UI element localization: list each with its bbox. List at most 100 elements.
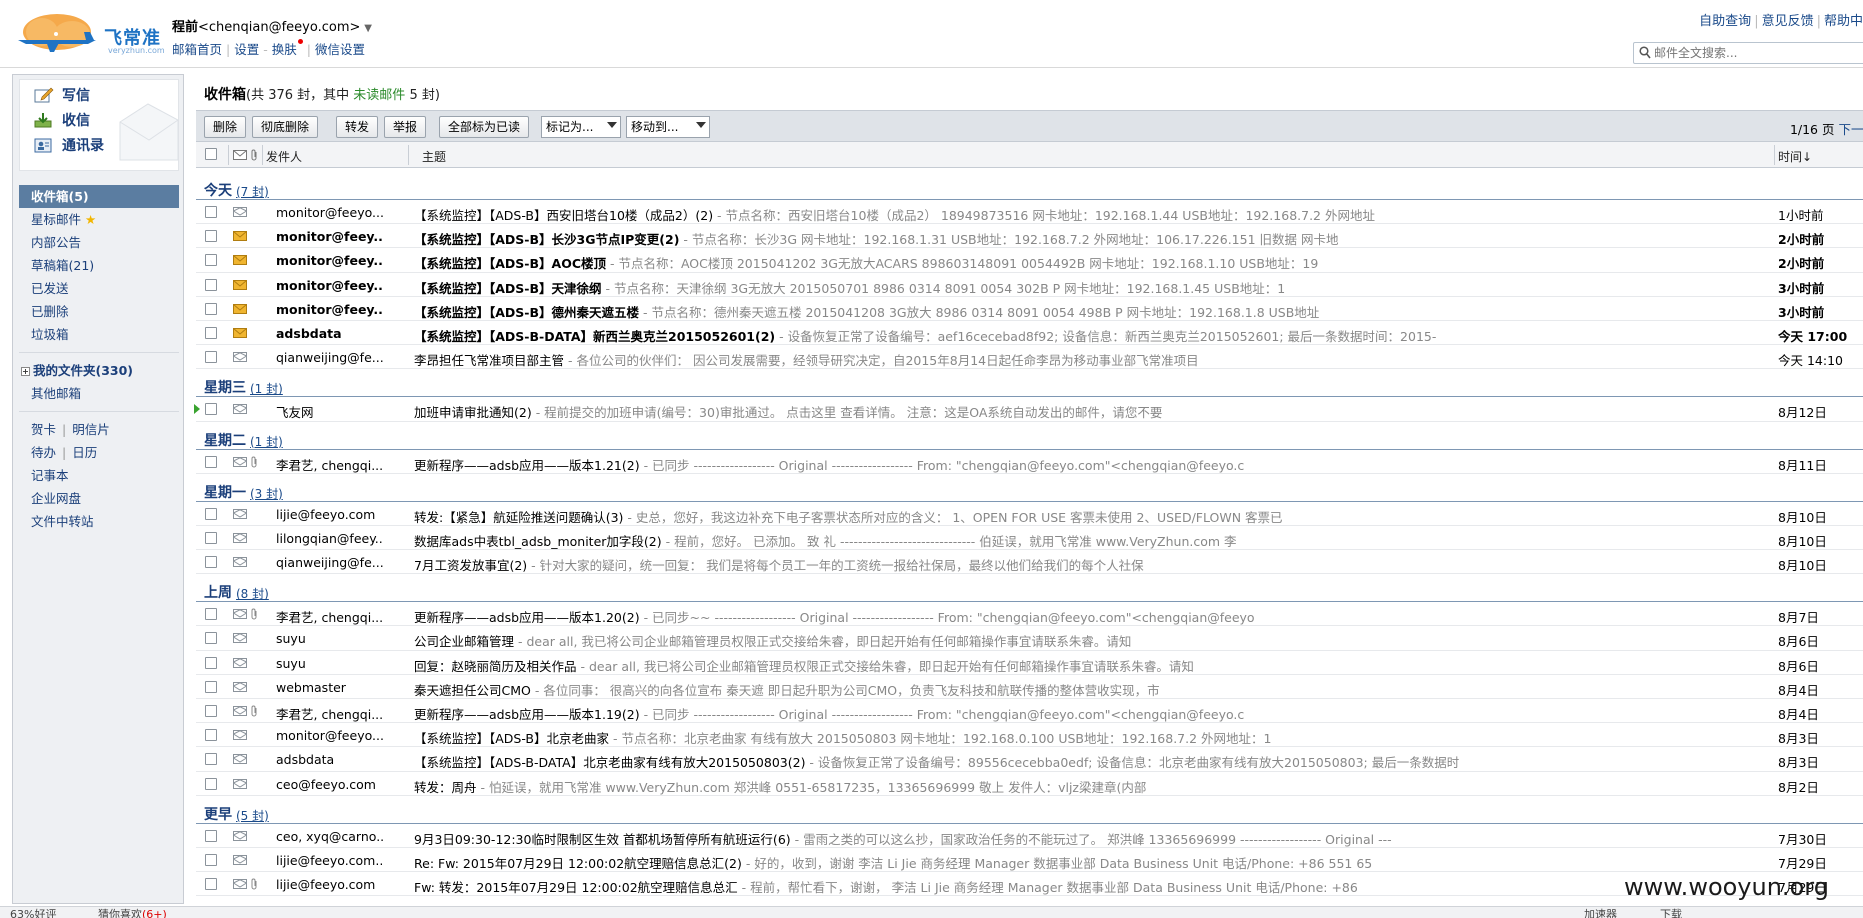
mail-row[interactable]: adsbdata 【系统监控】【ADS-B-DATA】北京老曲家有线有放大2015…: [196, 747, 1863, 772]
mail-row[interactable]: ceo@feeyo.com 转发：周舟 - 怕延误，就用飞常准 www.VeryZ…: [196, 772, 1863, 796]
mail-row[interactable]: lijie@feeyo.com... Re: Fw: 2015年07月29日 12…: [196, 848, 1863, 873]
mail-sender[interactable]: lijie@feeyo.com: [276, 507, 384, 522]
mail-row[interactable]: ceo, xyq@carno... 9月3日09:30-12:30临时限制区生效 …: [196, 824, 1863, 848]
read-envelope-icon[interactable]: [233, 830, 247, 841]
mail-row[interactable]: qianweijing@fe... 7月工资发放事宜(2) - 针对大家的疑问，统…: [196, 550, 1863, 575]
read-envelope-icon[interactable]: [233, 657, 247, 668]
mail-row[interactable]: monitor@feey... 【系统监控】【ADS-B】AOC楼顶 - 节点名称…: [196, 248, 1863, 273]
mail-checkbox[interactable]: [205, 608, 217, 621]
read-envelope-icon[interactable]: [233, 456, 247, 467]
mail-subject-cell[interactable]: 加班申请审批通知(2) - 程前提交的加班申请(编号：30)审批通过。 点击这里…: [414, 402, 1534, 421]
mail-row[interactable]: suyu 公司企业邮箱管理 - dear all, 我已将公司企业邮箱管理员权限正…: [196, 626, 1863, 651]
mail-search-input[interactable]: [1654, 45, 1863, 61]
mail-subject-cell[interactable]: 公司企业邮箱管理 - dear all, 我已将公司企业邮箱管理员权限正式交接给…: [414, 631, 1534, 650]
mail-subject-cell[interactable]: 【系统监控】【ADS-B】西安旧塔台10楼（成品2）(2) - 节点名称：西安旧…: [414, 205, 1534, 224]
mail-row[interactable]: adsbdata 【系统监控】【ADS-B-DATA】新西兰奥克兰20150526…: [196, 321, 1863, 346]
mail-subject-cell[interactable]: 李昂担任飞常准项目部主管 - 各位公司的伙伴们： 因公司发展需要，经领导研究决定…: [414, 350, 1534, 369]
mail-subject-cell[interactable]: Fw: 转发：2015年07月29日 12:00:02航空理赔信息总汇 - 程前…: [414, 877, 1534, 896]
mail-checkbox[interactable]: [205, 531, 217, 544]
guess-you-like-link[interactable]: 猜你喜欢(6+): [98, 907, 167, 918]
mail-row[interactable]: 飞友网 加班申请审批通知(2) - 程前提交的加班申请(编号：30)审批通过。 点…: [194, 397, 1863, 422]
folder-starred[interactable]: 星标邮件 ★: [19, 208, 179, 231]
mail-checkbox[interactable]: [205, 705, 217, 717]
todo-link[interactable]: 待办: [31, 445, 56, 460]
self-query-link[interactable]: 自助查询: [1699, 14, 1751, 29]
date-group-count-link[interactable]: (5 封): [236, 807, 269, 824]
read-envelope-icon[interactable]: [233, 609, 247, 620]
mail-subject-cell[interactable]: 【系统监控】【ADS-B】德州秦天遮五楼 - 节点名称：德州秦天遮五楼 2015…: [414, 302, 1534, 321]
mail-sender[interactable]: 李君艺, chengqi...: [276, 704, 384, 723]
time-column-header[interactable]: 时间↓: [1778, 148, 1812, 165]
mail-row[interactable]: suyu 回复：赵晓丽简历及相关作品 - dear all, 我已将公司企业邮箱管…: [196, 651, 1863, 675]
mail-subject-cell[interactable]: 转发：周舟 - 怕延误，就用飞常准 www.VeryZhun.com 郑洪峰 0…: [414, 777, 1534, 796]
receive-button[interactable]: 收信: [34, 109, 90, 131]
mail-subject-cell[interactable]: 【系统监控】【ADS-B-DATA】北京老曲家有线有放大2015050803(2…: [414, 752, 1534, 771]
mail-subject-cell[interactable]: 转发:【紧急】航延险推送问题确认(3) - 史总，您好，我这边补充下电子客票状态…: [414, 507, 1534, 526]
wechat-settings-link[interactable]: 微信设置: [315, 42, 365, 57]
contacts-button[interactable]: 通讯录: [34, 134, 104, 156]
mail-checkbox[interactable]: [205, 351, 217, 364]
mail-checkbox[interactable]: [205, 206, 217, 218]
mail-sender[interactable]: monitor@feeyo....: [276, 728, 384, 743]
mail-sender[interactable]: suyu: [276, 656, 384, 671]
attachment-column-icon[interactable]: [251, 149, 258, 161]
feedback-link[interactable]: 意见反馈: [1762, 14, 1814, 29]
folder-deleted[interactable]: 已删除: [19, 300, 179, 323]
mail-row[interactable]: monitor@feey... 【系统监控】【ADS-B】天津徐纲 - 节点名称：…: [196, 273, 1863, 297]
accelerator-button[interactable]: 加速器: [1584, 907, 1617, 918]
report-button[interactable]: 举报: [384, 116, 427, 138]
mail-sender[interactable]: 李君艺, chengqi...: [276, 455, 384, 474]
mail-subject-cell[interactable]: 【系统监控】【ADS-B-DATA】新西兰奥克兰2015052601(2) - …: [414, 326, 1534, 345]
mail-row[interactable]: 李君艺, chengqi... 更新程序——adsb应用——版本1.20(2) -…: [196, 602, 1863, 627]
mail-checkbox[interactable]: [205, 729, 217, 742]
mark-all-read-button[interactable]: 全部标为已读: [439, 116, 530, 138]
calendar-link[interactable]: 日历: [72, 445, 97, 460]
mail-sender[interactable]: ceo@feeyo.com: [276, 777, 384, 792]
date-group-count-link[interactable]: (7 封): [236, 183, 269, 200]
next-page-link[interactable]: 下一页: [1838, 122, 1863, 137]
mail-subject-cell[interactable]: 【系统监控】【ADS-B】天津徐纲 - 节点名称：天津徐纲 3G无放大 2015…: [414, 278, 1534, 297]
mail-sender[interactable]: monitor@feey...: [276, 278, 384, 293]
date-group-count-link[interactable]: (1 封): [250, 380, 283, 397]
read-envelope-icon[interactable]: [233, 730, 247, 741]
mail-subject-cell[interactable]: 秦天遮担任公司CMO - 各位同事： 很高兴的向各位宣布 秦天遮 即日起升职为公…: [414, 680, 1534, 699]
read-envelope-icon[interactable]: [233, 854, 247, 865]
mail-sender[interactable]: lijie@feeyo.com: [276, 877, 384, 892]
folder-other-mailboxes[interactable]: 其他邮箱: [19, 382, 179, 405]
greeting-card-link[interactable]: 贺卡: [31, 422, 56, 437]
mail-checkbox[interactable]: [205, 455, 217, 468]
mail-subject-cell[interactable]: Re: Fw: 2015年07月29日 12:00:02航空理赔信息总汇(2) …: [414, 853, 1534, 872]
mail-checkbox[interactable]: [205, 403, 217, 416]
mail-subject-cell[interactable]: 更新程序——adsb应用——版本1.21(2) - 已同步 ----------…: [414, 455, 1534, 474]
logo[interactable]: 飞常准 veryzhun.com: [12, 10, 165, 56]
mail-sender[interactable]: monitor@feey...: [276, 253, 384, 268]
read-envelope-icon[interactable]: [233, 633, 247, 644]
mail-subject-cell[interactable]: 7月工资发放事宜(2) - 针对大家的疑问，统一回复： 我们是将每个员工一年的工…: [414, 555, 1534, 574]
mail-row[interactable]: monitor@feey... 【系统监控】【ADS-B】长沙3G节点IP变更(2…: [196, 224, 1863, 249]
netdisk-link[interactable]: 企业网盘: [19, 487, 179, 510]
mail-row[interactable]: monitor@feey... 【系统监控】【ADS-B】德州秦天遮五楼 - 节点…: [196, 297, 1863, 321]
mail-row[interactable]: lijie@feeyo.com Fw: 转发：2015年07月29日 12:00:…: [196, 872, 1863, 897]
read-envelope-icon[interactable]: [233, 879, 247, 890]
date-group-count-link[interactable]: (8 封): [236, 585, 269, 602]
mark-as-dropdown[interactable]: 标记为...: [541, 116, 621, 138]
mail-subject-cell[interactable]: 更新程序——adsb应用——版本1.19(2) - 已同步 ----------…: [414, 704, 1534, 723]
read-envelope-icon[interactable]: [233, 778, 247, 789]
mail-row[interactable]: lilongqian@feey... 数据库ads中表tbl_adsb_monit…: [196, 526, 1863, 551]
mail-checkbox[interactable]: [205, 680, 217, 693]
mail-sender[interactable]: qianweijing@fe...: [276, 350, 384, 365]
download-button[interactable]: 下载: [1660, 907, 1682, 918]
mail-checkbox[interactable]: [205, 632, 217, 645]
mail-subject-cell[interactable]: 回复：赵晓丽简历及相关作品 - dear all, 我已将公司企业邮箱管理员权限…: [414, 656, 1534, 675]
mail-row[interactable]: 李君艺, chengqi... 更新程序——adsb应用——版本1.19(2) -…: [196, 699, 1863, 724]
unread-envelope-icon[interactable]: [233, 327, 247, 338]
mail-subject-cell[interactable]: 【系统监控】【ADS-B】AOC楼顶 - 节点名称：AOC楼顶 20150412…: [414, 253, 1534, 272]
read-envelope-icon[interactable]: [233, 754, 247, 765]
mail-checkbox[interactable]: [205, 556, 217, 569]
mail-sender[interactable]: 李君艺, chengqi...: [276, 607, 384, 626]
mail-checkbox[interactable]: [205, 278, 217, 291]
folder-drafts[interactable]: 草稿箱(21): [19, 254, 179, 277]
read-envelope-icon[interactable]: [233, 557, 247, 568]
unread-envelope-icon[interactable]: [233, 231, 247, 242]
mail-sender[interactable]: monitor@feey...: [276, 302, 384, 317]
